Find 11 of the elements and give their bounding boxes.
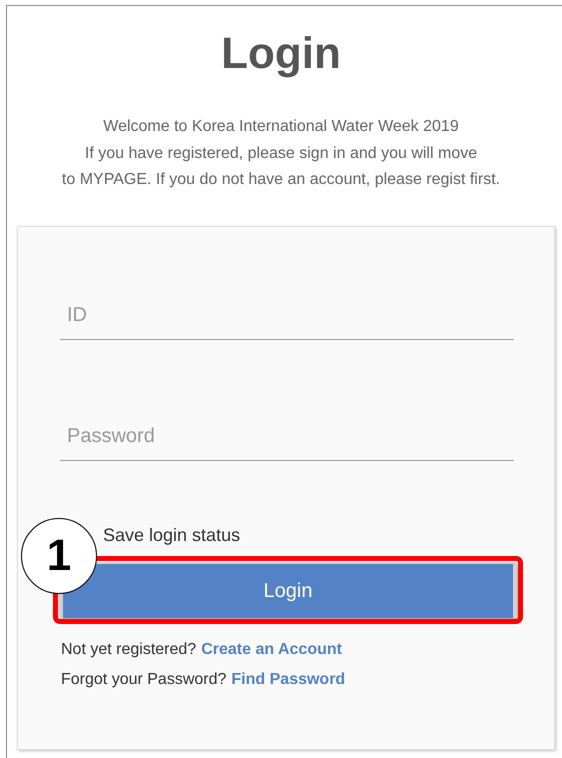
page-title: Login: [221, 28, 341, 80]
link[interactable]: Find Password: [231, 670, 346, 690]
intro-text: Welcome to Korea International Water Week 2019: [103, 117, 459, 137]
prompt-text: Forgot your Password?: [61, 670, 226, 690]
prompt-text: Not yet registered?: [61, 640, 196, 660]
intro-text: If you have registered, please sign in and you will move: [84, 144, 478, 164]
intro-text: to MYPAGE. If you do not have an account, please regist first.: [62, 170, 500, 190]
id-field[interactable]: ID: [60, 292, 514, 340]
checkbox-label[interactable]: Save login status: [103, 523, 513, 547]
link[interactable]: Create an Account: [201, 640, 342, 660]
password-field[interactable]: Password: [60, 413, 514, 461]
